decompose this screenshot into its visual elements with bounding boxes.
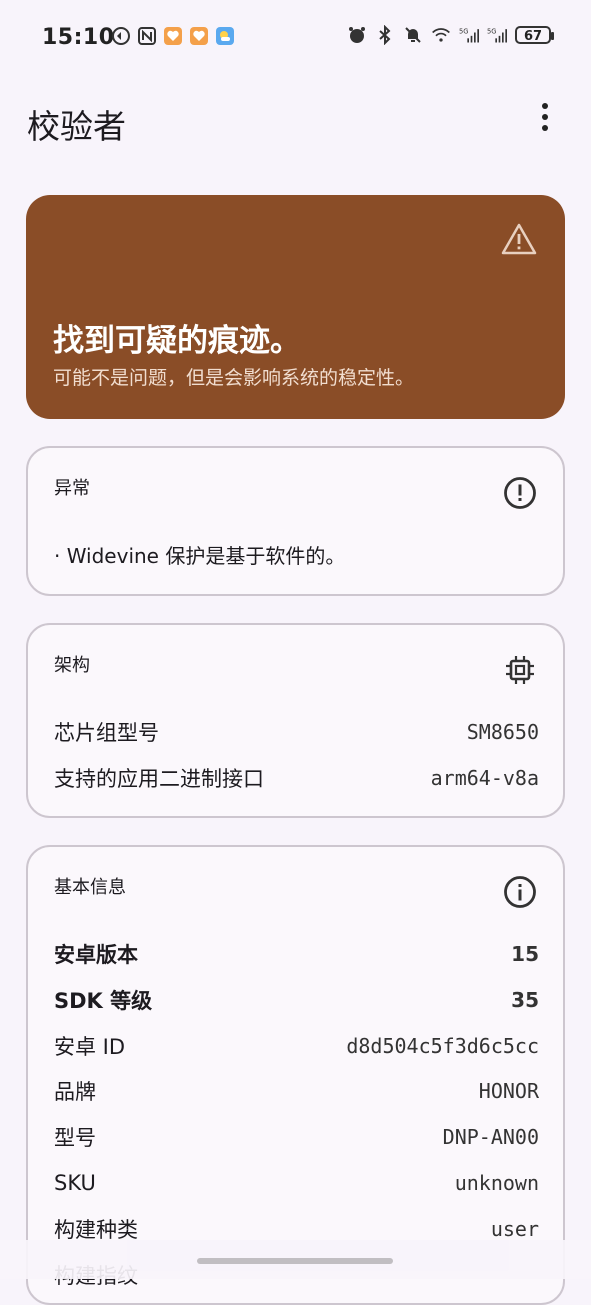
wifi-icon bbox=[432, 28, 450, 42]
card-title: 架构 bbox=[54, 655, 90, 676]
row-value: d8d504c5f3d6c5cc bbox=[346, 1034, 539, 1058]
row-key: 安卓 ID bbox=[54, 1035, 126, 1059]
row-key: 安卓版本 bbox=[54, 943, 138, 967]
row-value: HONOR bbox=[478, 1079, 539, 1103]
gesture-nav-bar bbox=[0, 1240, 591, 1279]
info-row: 支持的应用二进制接口 arm64-v8a bbox=[54, 763, 539, 793]
row-key: 型号 bbox=[54, 1126, 96, 1150]
signal-5g-icon: 5G bbox=[487, 27, 507, 43]
row-key: SDK 等级 bbox=[54, 989, 153, 1013]
status-left-icons bbox=[111, 26, 235, 46]
mute-icon bbox=[405, 27, 421, 43]
row-value: user bbox=[490, 1217, 539, 1241]
basic-info-card[interactable]: 基本信息 安卓版本 15 SDK 等级 35 安卓 ID d8d504c5f3d… bbox=[26, 845, 565, 1305]
page-title: 校验者 bbox=[27, 107, 126, 146]
weather-icon bbox=[216, 27, 234, 45]
status-right-icons: 5G 5G 67 bbox=[347, 25, 554, 45]
anomaly-card[interactable]: 异常 · Widevine 保护是基于软件的。 bbox=[26, 446, 565, 596]
signal-5g-icon: 5G bbox=[459, 27, 479, 43]
banner-subtitle: 可能不是问题，但是会影响系统的稳定性。 bbox=[53, 367, 415, 389]
home-indicator[interactable] bbox=[197, 1258, 393, 1264]
app-bar: 校验者 bbox=[0, 80, 591, 156]
row-key: 品牌 bbox=[54, 1080, 96, 1104]
warning-icon bbox=[501, 223, 537, 255]
row-value: SM8650 bbox=[466, 720, 539, 744]
row-key: 芯片组型号 bbox=[54, 721, 159, 745]
row-value: 15 bbox=[511, 942, 539, 966]
row-key: SKU bbox=[54, 1171, 96, 1195]
info-row: 芯片组型号 SM8650 bbox=[54, 717, 539, 747]
status-time: 15:10 bbox=[42, 25, 115, 50]
vpn-icon bbox=[112, 27, 130, 45]
row-value: unknown bbox=[454, 1171, 539, 1195]
battery-icon: 67 bbox=[515, 26, 554, 44]
alarm-icon bbox=[349, 27, 365, 43]
app-notification-icon bbox=[190, 27, 208, 45]
status-bar: 15:10 5G 5G 67 bbox=[0, 0, 591, 76]
architecture-card[interactable]: 架构 芯片组型号 SM8650 支持的应用二进制接口 arm64-v8a bbox=[26, 623, 565, 818]
app-notification-icon bbox=[164, 27, 182, 45]
error-outline-icon bbox=[504, 477, 536, 509]
bluetooth-icon bbox=[379, 25, 391, 45]
info-row: 型号 DNP-AN00 bbox=[54, 1122, 539, 1152]
card-title: 基本信息 bbox=[54, 877, 126, 898]
banner-title: 找到可疑的痕迹。 bbox=[53, 323, 301, 359]
info-row: SKU unknown bbox=[54, 1168, 539, 1198]
nfc-icon bbox=[138, 27, 156, 45]
info-row: 品牌 HONOR bbox=[54, 1076, 539, 1106]
info-row: 安卓版本 15 bbox=[54, 939, 539, 969]
row-value: 35 bbox=[511, 988, 539, 1012]
info-row: 安卓 ID d8d504c5f3d6c5cc bbox=[54, 1031, 539, 1061]
svg-text:5G: 5G bbox=[459, 27, 468, 35]
row-key: 支持的应用二进制接口 bbox=[54, 767, 264, 791]
more-vert-icon[interactable] bbox=[528, 100, 562, 134]
row-value: arm64-v8a bbox=[430, 766, 539, 790]
info-icon bbox=[504, 876, 536, 908]
row-value: DNP-AN00 bbox=[442, 1125, 539, 1149]
status-banner: 找到可疑的痕迹。 可能不是问题，但是会影响系统的稳定性。 bbox=[26, 195, 565, 419]
chip-icon bbox=[506, 656, 534, 684]
svg-text:5G: 5G bbox=[487, 27, 496, 35]
anomaly-item: · Widevine 保护是基于软件的。 bbox=[54, 544, 346, 568]
card-title: 异常 bbox=[54, 478, 90, 499]
info-row: SDK 等级 35 bbox=[54, 985, 539, 1015]
